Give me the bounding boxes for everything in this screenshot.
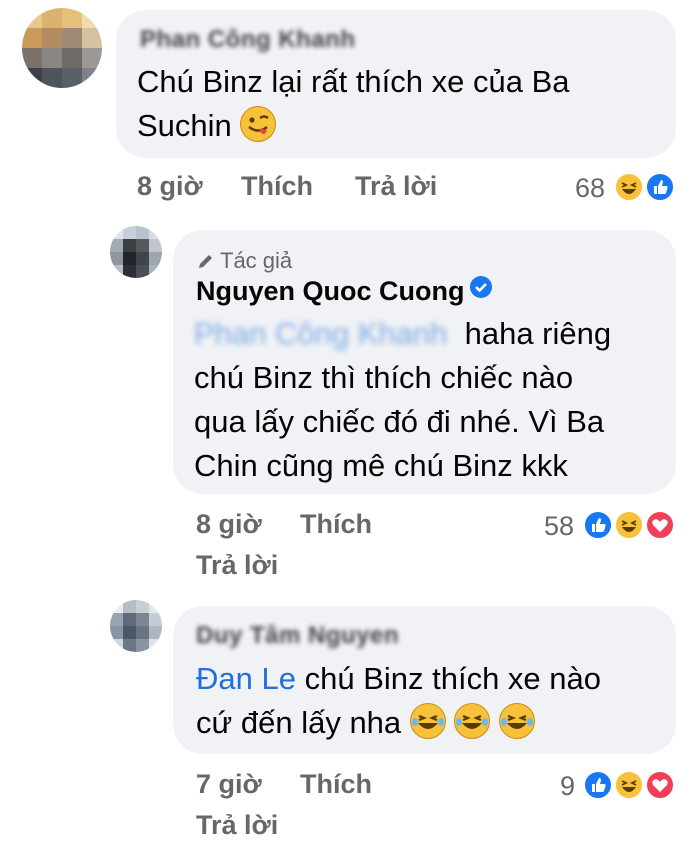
like-button[interactable]: Thích [300,769,372,800]
reaction-count[interactable]: 58 [544,511,574,542]
like-icon[interactable] [583,510,613,540]
comment-author[interactable]: Duy Tâm Nguyen [196,622,399,650]
author-name[interactable]: Nguyen Quoc Cuong [196,276,464,306]
comment-text-line: Chin cũng mê chú Binz kkk [194,448,568,483]
comment-text: Chú Binz lại rất thích xe của Ba Suchin [137,60,657,148]
comment-text-line: Suchin [137,108,232,143]
like-button[interactable]: Thích [241,171,313,202]
comment-time[interactable]: 8 giờ [137,171,203,202]
laughing-tears-emoji [454,703,491,739]
reply-button[interactable]: Trả lời [196,810,278,841]
haha-icon[interactable] [614,510,644,540]
like-button[interactable]: Thích [300,509,372,540]
comment-author[interactable]: Phan Công Khanh [140,26,355,54]
author-badge: Tác giả [196,248,292,274]
haha-icon[interactable] [614,172,644,202]
comment-time[interactable]: 8 giờ [196,509,262,540]
like-icon[interactable] [583,770,613,800]
mention-link[interactable]: Phan Công Khanh [194,316,447,351]
reply-button[interactable]: Trả lời [355,171,437,202]
like-icon[interactable] [645,172,675,202]
reaction-count[interactable]: 68 [575,173,605,204]
avatar[interactable] [22,8,102,88]
laughing-tears-emoji [499,703,536,739]
author-badge-label: Tác giả [220,248,293,273]
avatar[interactable] [110,600,162,652]
haha-icon[interactable] [614,770,644,800]
reply-button[interactable]: Trả lời [196,550,278,581]
mention-link[interactable]: Đan Le [196,661,296,696]
verified-icon [470,276,493,298]
laughing-tears-emoji [409,703,446,739]
comment-text: Phan Công Khanh haha riêng chú Binz thì … [194,312,664,488]
comment-text-line: chú Binz thì thích chiếc nào [194,360,574,395]
comment-text-line: cứ đến lấy nha [196,705,402,740]
pencil-icon [199,255,212,268]
avatar[interactable] [110,226,162,278]
love-icon[interactable] [645,510,675,540]
comment-text-line: Chú Binz lại rất thích xe của Ba [137,64,570,99]
love-icon[interactable] [645,770,675,800]
comment-text-line: chú Binz thích xe nào [304,661,602,696]
comment-text: Đan Le chú Binz thích xe nào cứ đến lấy … [196,657,666,745]
comment-time[interactable]: 7 giờ [196,769,262,800]
comment-text-line: qua lấy chiếc đó đi nhé. Vì Ba [194,404,605,439]
comment-author[interactable]: Nguyen Quoc Cuong [196,276,493,307]
reaction-count[interactable]: 9 [560,771,575,802]
comment-text-line: haha riêng [464,316,612,351]
winking-tongue-emoji [240,106,277,142]
